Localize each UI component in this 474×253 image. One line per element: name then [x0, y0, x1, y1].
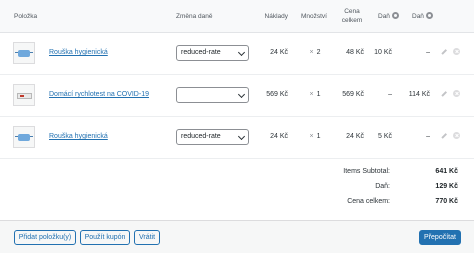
delete-icon[interactable] — [453, 132, 460, 139]
column-header-total: Cena celkem — [341, 8, 363, 24]
chevron-down-icon — [237, 48, 246, 57]
line-tax-2: – — [426, 49, 430, 56]
column-header-tax-2: Daň — [412, 12, 433, 21]
gear-icon[interactable] — [391, 12, 399, 19]
line-total: 569 Kč — [342, 91, 364, 98]
line-tax-2: – — [426, 133, 430, 140]
item-cost: 24 Kč — [270, 49, 288, 56]
order-total-label: Cena celkem: — [347, 198, 390, 205]
product-thumbnail — [13, 42, 35, 64]
actions-bar: Přidat položku(y) Použít kupón Vrátit Př… — [0, 220, 474, 253]
items-table-header: Položka Změna daně Náklady Množství Cena… — [0, 0, 474, 33]
times-icon: × — [309, 91, 314, 98]
apply-coupon-button[interactable]: Použít kupón — [80, 230, 130, 245]
face-mask-icon — [15, 134, 33, 141]
product-link[interactable]: Rouška hygienická — [49, 133, 108, 140]
times-icon: × — [309, 133, 314, 140]
tax-rate-value: reduced-rate — [181, 133, 221, 140]
column-header-cost: Náklady — [264, 13, 288, 20]
order-total-value: 770 Kč — [435, 198, 458, 205]
delete-icon[interactable] — [453, 90, 460, 97]
gear-icon[interactable] — [425, 12, 433, 19]
line-tax-1: 5 Kč — [377, 133, 392, 140]
recalculate-button[interactable]: Přepočítat — [419, 230, 461, 245]
column-header-tax-1: Daň — [378, 12, 399, 21]
column-header-qty: Množství — [300, 13, 327, 20]
tax-rate-select[interactable]: reduced-rate — [176, 129, 249, 145]
tax-rate-select[interactable]: reduced-rate — [176, 45, 249, 61]
tax-total-value: 129 Kč — [435, 183, 458, 190]
product-link[interactable]: Rouška hygienická — [49, 49, 108, 56]
product-thumbnail — [13, 126, 35, 148]
edit-icon[interactable] — [440, 133, 446, 139]
line-total: 24 Kč — [346, 133, 364, 140]
line-tax-1: 10 Kč — [374, 49, 392, 56]
product-link[interactable]: Domácí rychlotest na COVID-19 — [49, 91, 149, 98]
face-mask-icon — [15, 50, 33, 57]
tax-total-label: Daň: — [375, 183, 390, 190]
table-row: Rouška hygienická reduced-rate 24 Kč × 1 … — [0, 117, 474, 159]
column-header-tax-1-label: Daň — [378, 13, 390, 20]
edit-icon[interactable] — [440, 91, 446, 97]
item-cost: 569 Kč — [266, 91, 288, 98]
tax-rate-value: reduced-rate — [181, 49, 221, 56]
test-kit-icon — [17, 93, 32, 99]
line-total: 48 Kč — [346, 49, 364, 56]
refund-button[interactable]: Vrátit — [134, 230, 160, 245]
line-tax-1: – — [388, 91, 392, 98]
edit-icon[interactable] — [440, 49, 446, 55]
chevron-down-icon — [237, 132, 246, 141]
subtotal-value: 641 Kč — [435, 168, 458, 175]
order-totals: Items Subtotal: 641 Kč Daň: 129 Kč Cena … — [0, 160, 474, 212]
product-thumbnail — [13, 84, 35, 106]
chevron-down-icon — [237, 90, 246, 99]
tax-rate-select[interactable] — [176, 87, 249, 103]
subtotal-label: Items Subtotal: — [343, 168, 390, 175]
column-header-tax-2-label: Daň — [412, 13, 424, 20]
table-row: Domácí rychlotest na COVID-19 569 Kč × 1 … — [0, 75, 474, 117]
line-tax-2: 114 Kč — [408, 91, 430, 98]
times-icon: × — [309, 49, 314, 56]
delete-icon[interactable] — [453, 48, 460, 55]
item-cost: 24 Kč — [270, 133, 288, 140]
column-header-item: Položka — [14, 13, 38, 20]
add-item-button[interactable]: Přidat položku(y) — [14, 230, 76, 245]
table-row: Rouška hygienická reduced-rate 24 Kč × 2 … — [0, 33, 474, 75]
column-header-tax-change: Změna daně — [176, 13, 213, 20]
